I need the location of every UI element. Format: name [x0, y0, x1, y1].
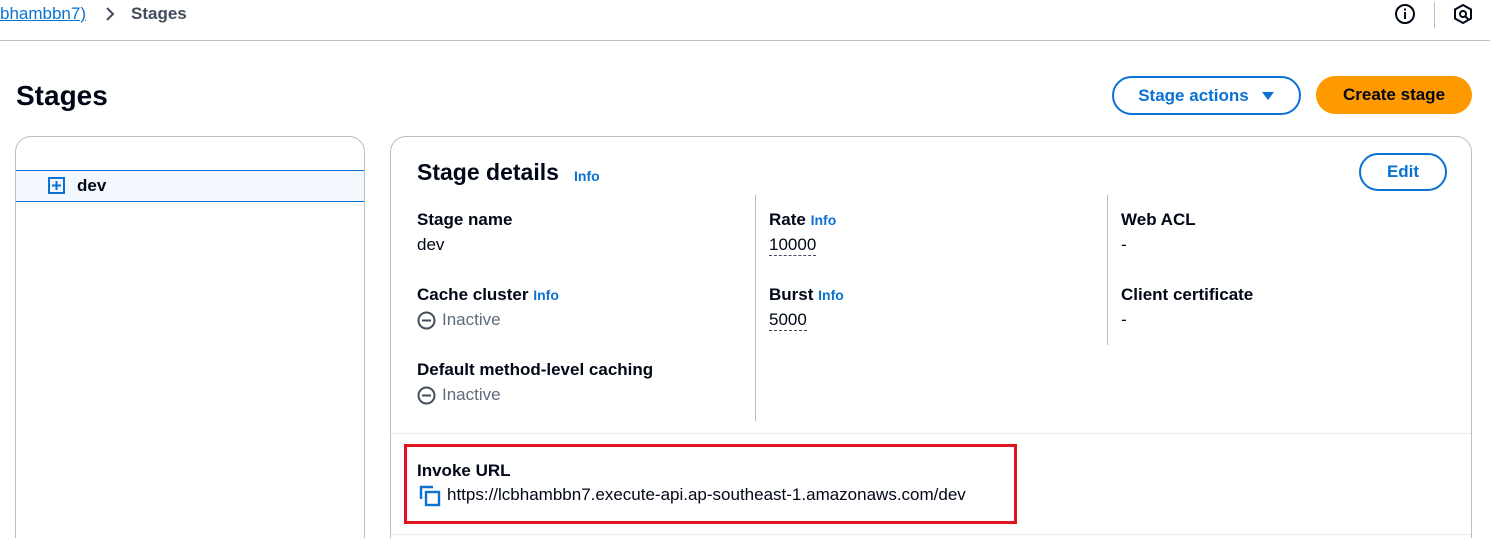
create-stage-button[interactable]: Create stage — [1316, 76, 1472, 114]
client-certificate-value: - — [1121, 310, 1127, 329]
page-title: Stages — [16, 80, 108, 111]
burst-label: Burst Info — [769, 285, 844, 305]
top-bar: bhambbn7) Stages — [0, 0, 1490, 41]
column-divider — [755, 195, 756, 421]
top-bar-divider — [1434, 2, 1435, 28]
section-divider — [391, 534, 1471, 535]
plus-square-icon[interactable] — [48, 177, 65, 194]
column-divider — [1107, 195, 1108, 345]
cache-cluster-status: Inactive — [417, 310, 501, 330]
cache-cluster-label: Cache cluster Info — [417, 285, 559, 305]
tree-item-label: dev — [77, 176, 107, 195]
chevron-right-icon — [106, 7, 115, 21]
stage-name-label: Stage name — [417, 210, 513, 229]
burst-label-text: Burst — [769, 285, 814, 304]
cache-cluster-value: Inactive — [442, 310, 501, 329]
invoke-url-highlight — [404, 444, 1017, 524]
stage-actions-label: Stage actions — [1138, 85, 1249, 105]
cache-cluster-label-text: Cache cluster — [417, 285, 529, 304]
stage-details-title: Stage details — [417, 159, 559, 185]
stage-actions-button[interactable]: Stage actions — [1112, 76, 1301, 115]
settings-hexagon-icon[interactable] — [1452, 3, 1474, 25]
rate-info-link[interactable]: Info — [811, 212, 837, 228]
edit-button[interactable]: Edit — [1359, 153, 1447, 191]
section-divider — [391, 433, 1471, 434]
burst-info-link[interactable]: Info — [818, 287, 844, 303]
rate-value[interactable]: 10000 — [769, 235, 817, 256]
breadcrumb-current: Stages — [131, 4, 187, 23]
breadcrumb-parent-link[interactable]: bhambbn7) — [0, 4, 86, 24]
web-acl-value: - — [1121, 235, 1127, 254]
default-caching-label: Default method-level caching — [417, 360, 654, 379]
client-certificate-label: Client certificate — [1121, 285, 1254, 304]
stages-tree-panel: dev — [15, 136, 365, 538]
caret-down-icon — [1261, 91, 1274, 100]
rate-label-text: Rate — [769, 210, 806, 229]
stage-name-value: dev — [417, 235, 445, 254]
rate-label: Rate Info — [769, 210, 836, 230]
default-caching-status: Inactive — [417, 385, 501, 405]
minus-circle-icon — [417, 386, 436, 404]
burst-value[interactable]: 5000 — [769, 310, 807, 331]
default-caching-value: Inactive — [442, 385, 501, 404]
web-acl-label: Web ACL — [1121, 210, 1196, 229]
tree-item-dev[interactable]: dev — [16, 170, 364, 202]
minus-circle-icon — [417, 311, 436, 329]
stage-details-info-link[interactable]: Info — [574, 168, 600, 184]
cache-cluster-info-link[interactable]: Info — [533, 287, 559, 303]
info-circle-icon[interactable] — [1394, 3, 1416, 25]
